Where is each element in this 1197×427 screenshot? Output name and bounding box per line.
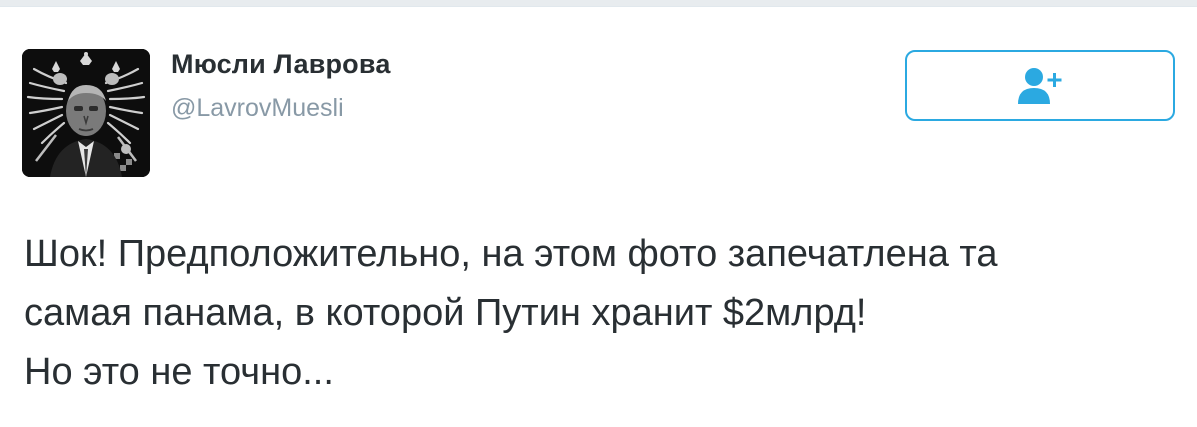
tweet-text-line: Но это не точно...: [24, 351, 334, 393]
tweet-text-line: Шок! Предположительно, на этом фото запе…: [24, 233, 998, 275]
tweet-text: Шок! Предположительно, на этом фото запе…: [24, 225, 1174, 402]
avatar[interactable]: [22, 49, 150, 177]
user-handle[interactable]: @LavrovMuesli: [171, 94, 344, 123]
tweet-card: Мюсли Лаврова @LavrovMuesli Шок! Предпол…: [0, 6, 1197, 427]
follow-button[interactable]: [905, 50, 1175, 121]
add-user-icon: [1018, 67, 1062, 104]
display-name[interactable]: Мюсли Лаврова: [171, 49, 391, 80]
tweet-text-line: самая панама, в которой Путин хранит $2м…: [24, 292, 867, 334]
avatar-image: [22, 49, 150, 177]
